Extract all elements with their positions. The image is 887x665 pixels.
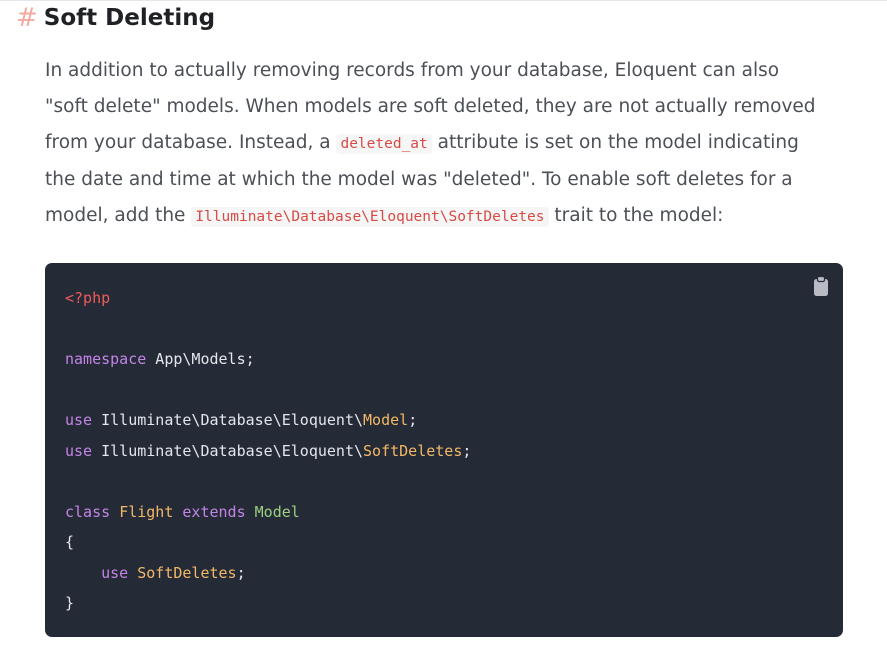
paragraph-line: the date and time at which the model was…: [45, 169, 793, 190]
paragraph-line: from your database. Instead, a deleted_a…: [45, 125, 855, 162]
import-class-model: Model: [363, 411, 409, 429]
parent-class-name: Model: [254, 502, 300, 521]
paragraph-line: model, add the Illuminate\Database\Eloqu…: [45, 198, 855, 235]
copy-code-button[interactable]: [813, 275, 829, 297]
class-name: Flight: [119, 502, 174, 521]
clipboard-icon: [814, 275, 828, 296]
paragraph-text: trait to the model:: [548, 205, 724, 226]
paragraph-line: "soft delete" models. When models are so…: [45, 96, 816, 117]
code-line: <?php: [65, 283, 471, 314]
code-line: }: [65, 588, 471, 619]
semicolon: ;: [236, 563, 246, 582]
code-block: <?php namespace App\Models; use Illuminate…: [45, 263, 843, 637]
php-open-tag: <?php: [65, 289, 111, 307]
top-divider: [0, 0, 887, 1]
inline-code-deleted-at: deleted_at: [336, 134, 432, 154]
import-path: Illuminate\Database\Eloquent\: [92, 411, 364, 429]
keyword-class: class: [65, 502, 111, 521]
paragraph-text: from your database. Instead, a: [45, 132, 337, 153]
code-line: class Flight extends Model: [65, 497, 471, 528]
code-line: namespace App\Models;: [65, 344, 471, 375]
code-line: {: [65, 527, 471, 558]
keyword-use: use: [101, 563, 129, 582]
inline-code-softdeletes-trait: Illuminate\Database\Eloquent\SoftDeletes: [191, 207, 549, 227]
code-line: use Illuminate\Database\Eloquent\SoftDel…: [65, 436, 471, 467]
paragraph-text: model, add the: [45, 205, 192, 226]
semicolon: ;: [408, 411, 418, 429]
description-paragraph: In addition to actually removing records…: [45, 53, 855, 235]
keyword-use: use: [65, 411, 93, 429]
import-class-softdeletes: SoftDeletes: [363, 441, 463, 460]
keyword-namespace: namespace: [65, 350, 147, 368]
code-content: <?php namespace App\Models; use Illuminate…: [65, 283, 471, 619]
namespace-value: App\Models;: [146, 350, 255, 368]
close-brace: }: [65, 594, 75, 612]
trait-name: SoftDeletes: [137, 563, 237, 582]
code-line: use Illuminate\Database\Eloquent\Model;: [65, 405, 471, 436]
keyword-extends: extends: [182, 502, 246, 521]
import-path: Illuminate\Database\Eloquent\: [92, 441, 364, 460]
code-line: use SoftDeletes;: [65, 558, 471, 589]
paragraph-text: attribute is set on the model indicating: [431, 132, 799, 153]
section-heading: # Soft Deleting: [16, 3, 215, 33]
heading-anchor-link[interactable]: #: [16, 3, 38, 33]
paragraph-line: In addition to actually removing records…: [45, 60, 780, 81]
open-brace: {: [65, 533, 75, 551]
heading-title: Soft Deleting: [43, 5, 216, 31]
semicolon: ;: [462, 441, 472, 460]
keyword-use: use: [65, 441, 93, 460]
